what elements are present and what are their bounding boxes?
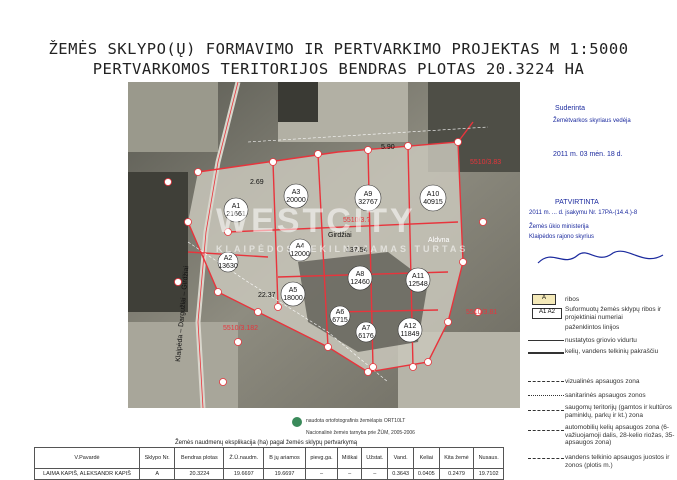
parcel-id-a5: A5 xyxy=(289,287,298,294)
legend-text: Suformuotų žemės sklypų ribos ir projekt… xyxy=(565,306,662,321)
road-code-1: 5510/3.83 xyxy=(470,159,501,166)
table-cell: 19.7102 xyxy=(473,468,504,480)
stamp-line: Žemės ūkio ministerija xyxy=(529,224,589,230)
table-header: Nusaus. xyxy=(473,447,504,469)
table-cell: LAIMA KAPIŠ, ALEKSANDR KAPIŠ xyxy=(34,468,140,480)
legend-text: saugomų teritorijų (gamtos ir kultūros p… xyxy=(565,404,672,419)
legend-line xyxy=(528,340,564,341)
legend-line xyxy=(528,430,564,431)
parcel-id-a9: A9 xyxy=(364,191,373,198)
table-header: Ž.Ū.naudm. xyxy=(223,447,265,469)
title-line1: ŽEMĖS SKLYPO(Ų) FORMAVIMO IR PERTVARKIMO… xyxy=(48,40,629,58)
table-cell: – xyxy=(361,468,389,480)
title-line2: PERTVARKOMOS TERITORIJOS BENDRAS PLOTAS … xyxy=(92,60,585,78)
table-cell: 19.6697 xyxy=(223,468,265,480)
parcel-area-a6: 6715 xyxy=(332,317,348,324)
parcel-area-a7: 6176 xyxy=(358,333,374,340)
table-cell: 20.3224 xyxy=(174,468,225,480)
table-header: Vand. xyxy=(387,447,414,469)
table-cell: A xyxy=(138,468,176,480)
signature xyxy=(537,250,664,264)
source-note-1: naudota ortofotografinis žemėlapis ORT10… xyxy=(306,418,406,424)
place-name-1: Aldvna xyxy=(428,237,450,244)
table-header: Kita žemė xyxy=(438,447,475,469)
forest-patch xyxy=(278,82,318,122)
table-header: pievg.ga. xyxy=(304,447,339,469)
stamp-line: Klaipėdos rajono skyrius xyxy=(529,234,595,240)
table-cell: – xyxy=(304,468,339,480)
parcel-area-a5: 18000 xyxy=(283,295,303,302)
parcel-id-a8: A8 xyxy=(356,271,365,278)
stamp-line: Žemėtvarkos skyriaus vedėja xyxy=(553,118,631,124)
table-cell: – xyxy=(337,468,363,480)
dimension-2: 5.90 xyxy=(381,144,395,151)
stamp-line: PATVIRTINTA xyxy=(555,199,599,206)
legend-line xyxy=(528,381,564,382)
legend: A ribos A1 A2 Suformuotų žemės sklypų ri… xyxy=(520,290,677,480)
legend-swatch-a: A xyxy=(532,294,556,305)
legend-text: nustatytos griovio vidurtu xyxy=(565,337,637,344)
parcel-id-a6: A6 xyxy=(336,309,345,316)
table-header: Miškai xyxy=(337,447,363,469)
parcel-area-a11: 12548 xyxy=(408,281,428,288)
parcel-area-a2: 13630 xyxy=(218,263,238,270)
stamp-line: 2011 m. ... d. įsakymu Nr. 17PA-(14.4.)-… xyxy=(529,210,638,216)
legend-line xyxy=(528,410,564,411)
watermark-main: WESTCITY xyxy=(216,202,416,240)
table-cell: 0.0405 xyxy=(412,468,440,480)
legend-line xyxy=(528,352,564,354)
parcel-id-a7: A7 xyxy=(362,325,371,332)
legend-swatch-a1a2: A1 A2 xyxy=(532,308,562,319)
road-code-2: 5510/3.182 xyxy=(223,325,258,332)
source-note-2: Nacionalinė žemės tarnyba prie ŽŪM, 2005… xyxy=(306,430,415,436)
table-cell: 0.3643 xyxy=(387,468,414,480)
table-header: Užstat. xyxy=(361,447,389,469)
field-patch xyxy=(128,82,218,152)
legend-text: paženklintos linijos xyxy=(565,324,620,331)
stamp-date: 2011 m. 03 mėn. 18 d. xyxy=(553,151,623,158)
parcel-area-a8: 12460 xyxy=(350,279,370,286)
legend-text: ribos xyxy=(565,296,580,303)
forest-patch xyxy=(128,172,188,312)
table-header: Keliai xyxy=(412,447,440,469)
parcel-area-a12: 11849 xyxy=(401,331,420,338)
legend-text: vizualinės apsaugos zona xyxy=(565,378,640,385)
table-header: B jų ariamos xyxy=(263,447,306,469)
legend-text: automobilių kelių apsaugos zona (6-važiu… xyxy=(565,424,675,446)
legend-text: sanitarinės apsaugos zonos xyxy=(565,392,646,399)
table-cell: 19.6697 xyxy=(263,468,306,480)
table-header-row: V.Pavardė Sklypo Nr. Bendras plotas Ž.Ū.… xyxy=(34,447,504,469)
dimension-4: 22.37 xyxy=(258,292,276,299)
source-logo xyxy=(292,417,302,427)
explication-table: V.Pavardė Sklypo Nr. Bendras plotas Ž.Ū.… xyxy=(34,447,504,480)
table-cell: 0.2479 xyxy=(438,468,475,480)
parcel-id-a12: A12 xyxy=(404,323,417,330)
stamp-line: Suderinta xyxy=(555,105,585,112)
parcel-area-a10: 40915 xyxy=(423,199,443,206)
table-header: Bendras plotas xyxy=(174,447,225,469)
watermark-sub: KLAIPĖDOS NEKILNOJAMAS TURTAS xyxy=(216,244,469,254)
table-header: V.Pavardė xyxy=(34,447,140,469)
legend-text: kelių, vandens telkinių pakraščiu xyxy=(565,348,659,355)
legend-text: vandens telkinio apsaugos juostos ir zon… xyxy=(565,454,670,469)
dimension-3: 2.69 xyxy=(250,179,264,186)
approval-stamp: Suderinta Žemėtvarkos skyriaus vedėja 20… xyxy=(525,105,675,275)
parcel-id-a3: A3 xyxy=(292,189,301,196)
parcel-id-a11: A11 xyxy=(412,273,424,280)
table-row: LAIMA KAPIŠ, ALEKSANDR KAPIŠ A 20.3224 1… xyxy=(34,468,504,480)
legend-line xyxy=(528,395,564,396)
road-code-3: 5510/3.81 xyxy=(466,309,497,316)
legend-line xyxy=(528,458,564,459)
table-header: Sklypo Nr. xyxy=(138,447,176,469)
parcel-id-a2: A2 xyxy=(224,255,233,262)
table-caption: Žemės naudmenų eksplikacija (ha) pagal ž… xyxy=(175,440,358,446)
parcel-id-a10: A10 xyxy=(427,191,440,198)
